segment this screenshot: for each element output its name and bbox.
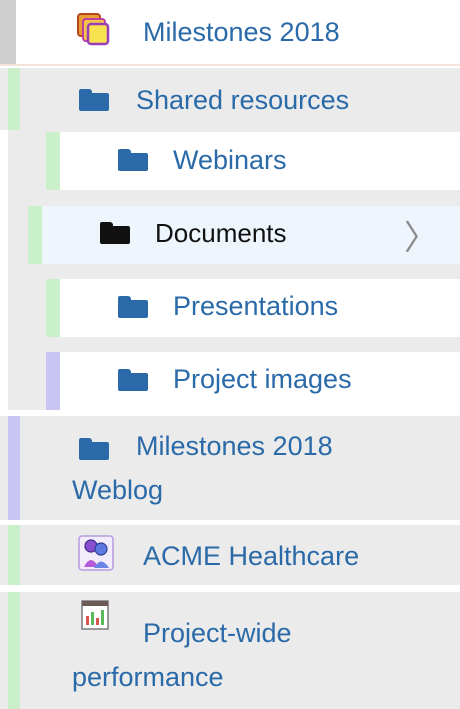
tree-item-label: Webinars xyxy=(173,145,287,175)
folder-icon xyxy=(118,149,148,171)
tree-item-presentations[interactable]: Presentations xyxy=(46,279,460,337)
tree-item-label: Project images xyxy=(173,364,352,394)
tree-item-label-line1: Milestones 2018 xyxy=(136,431,333,461)
tree-item-label: Presentations xyxy=(173,291,339,321)
tree-item-label-line2: performance xyxy=(72,662,224,692)
tree-item-label-line2: Weblog xyxy=(72,475,164,505)
level-indicator xyxy=(46,279,60,337)
tree-item-project-images[interactable]: Project images xyxy=(46,352,460,410)
level-indicator xyxy=(46,132,60,190)
level-indicator xyxy=(8,592,20,709)
level-indicator xyxy=(28,206,42,264)
group-icon xyxy=(78,535,114,576)
tree-item-project-wide-performance[interactable]: Project-wide performance xyxy=(0,592,460,709)
tree-item-webinars[interactable]: Webinars xyxy=(46,132,460,190)
level-indicator xyxy=(46,352,60,410)
level-indicator xyxy=(8,68,20,130)
tree-item-label: Shared resources xyxy=(136,85,350,115)
navigation-tree: Milestones 2018 Shared resources Webinar… xyxy=(0,0,460,709)
folder-icon xyxy=(100,222,130,244)
level-indicator xyxy=(8,416,20,520)
tree-item-label-line1: Project-wide xyxy=(143,618,292,648)
tree-item-label: ACME Healthcare xyxy=(143,541,360,571)
level-indicator xyxy=(8,525,20,585)
tree-item-milestones-2018[interactable]: Milestones 2018 xyxy=(0,0,460,66)
tree-item-documents[interactable]: Documents 〉 xyxy=(28,206,460,264)
folder-icon xyxy=(118,369,148,391)
tree-item-acme-healthcare[interactable]: ACME Healthcare xyxy=(0,525,460,585)
level-indicator xyxy=(0,0,16,64)
tree-item-shared-resources[interactable]: Shared resources xyxy=(0,68,460,130)
tree-item-label: Milestones 2018 xyxy=(143,17,340,47)
folder-icon xyxy=(118,296,148,318)
folder-icon xyxy=(79,89,109,111)
stacked-folders-icon xyxy=(76,12,112,53)
tree-item-label: Documents xyxy=(155,218,287,248)
tree-item-milestones-2018-weblog[interactable]: Milestones 2018 Weblog xyxy=(0,416,460,520)
chevron-right-icon[interactable]: 〉 xyxy=(404,211,438,260)
folder-icon xyxy=(79,438,109,460)
chart-icon xyxy=(81,600,109,635)
